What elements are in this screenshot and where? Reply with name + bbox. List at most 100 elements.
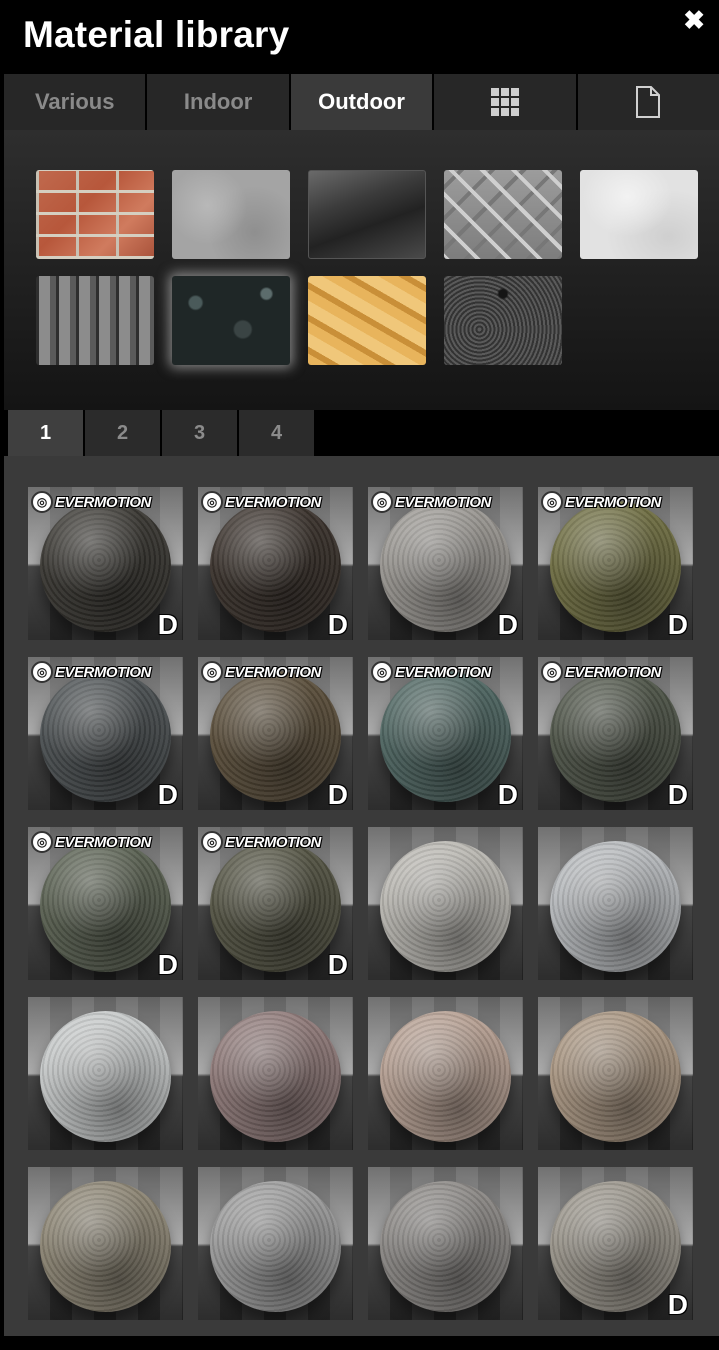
category-tabs: Various Indoor Outdoor bbox=[4, 74, 719, 130]
plaster-swatch[interactable] bbox=[580, 170, 698, 259]
brick-swatch[interactable] bbox=[36, 170, 154, 259]
material-thumbnail[interactable] bbox=[368, 1167, 523, 1320]
evermotion-logo: ◎ EVERMOTION bbox=[541, 491, 661, 513]
concrete-swatch[interactable] bbox=[172, 170, 290, 259]
evermotion-logo-icon: ◎ bbox=[371, 661, 393, 683]
brand-label: EVERMOTION bbox=[55, 493, 151, 511]
download-badge: D bbox=[667, 779, 688, 810]
document-icon bbox=[636, 86, 661, 118]
material-sphere bbox=[380, 841, 511, 972]
evermotion-logo: ◎ EVERMOTION bbox=[31, 661, 151, 683]
material-sphere bbox=[380, 1011, 511, 1142]
tab-various[interactable]: Various bbox=[4, 74, 146, 130]
download-badge: D bbox=[327, 949, 348, 980]
brand-label: EVERMOTION bbox=[395, 493, 491, 511]
evermotion-logo-icon: ◎ bbox=[31, 661, 53, 683]
asphalt-swatch[interactable] bbox=[444, 276, 562, 365]
material-thumbnail[interactable]: ◎ EVERMOTION D bbox=[198, 657, 353, 810]
granite-swatch[interactable] bbox=[172, 276, 290, 365]
material-thumbnail[interactable]: ◎ EVERMOTION D bbox=[198, 827, 353, 980]
material-sphere bbox=[380, 671, 511, 802]
material-thumbnail[interactable] bbox=[538, 997, 693, 1150]
material-thumbnail[interactable] bbox=[28, 997, 183, 1150]
osb-wood-swatch[interactable] bbox=[308, 276, 426, 365]
page-2[interactable]: 2 bbox=[85, 410, 160, 456]
material-thumbnail[interactable]: D bbox=[538, 1167, 693, 1320]
evermotion-logo-icon: ◎ bbox=[31, 831, 53, 853]
glass-swatch[interactable] bbox=[308, 170, 426, 259]
material-thumbnail[interactable] bbox=[28, 1167, 183, 1320]
material-sphere bbox=[210, 1011, 341, 1142]
evermotion-logo-icon: ◎ bbox=[371, 491, 393, 513]
material-sphere bbox=[210, 671, 341, 802]
material-thumbnail[interactable]: ◎ EVERMOTION D bbox=[28, 657, 183, 810]
evermotion-logo: ◎ EVERMOTION bbox=[31, 491, 151, 513]
material-sphere bbox=[380, 1181, 511, 1312]
material-thumbnail[interactable] bbox=[198, 1167, 353, 1320]
roof-tile-swatch[interactable] bbox=[36, 276, 154, 365]
material-sphere bbox=[40, 1011, 171, 1142]
material-sphere bbox=[210, 501, 341, 632]
page-3[interactable]: 3 bbox=[162, 410, 237, 456]
page-4[interactable]: 4 bbox=[239, 410, 314, 456]
material-sphere bbox=[40, 671, 171, 802]
evermotion-logo-icon: ◎ bbox=[201, 661, 223, 683]
evermotion-logo: ◎ EVERMOTION bbox=[201, 661, 321, 683]
material-thumbnail[interactable]: ◎ EVERMOTION D bbox=[368, 657, 523, 810]
download-badge: D bbox=[327, 779, 348, 810]
window-title: Material library bbox=[23, 14, 290, 55]
evermotion-logo: ◎ EVERMOTION bbox=[371, 661, 491, 683]
diamond-plate-swatch[interactable] bbox=[444, 170, 562, 259]
tab-grid-view[interactable] bbox=[434, 74, 576, 130]
material-sphere bbox=[550, 1181, 681, 1312]
tab-document[interactable] bbox=[577, 74, 719, 130]
material-categories-panel bbox=[4, 130, 719, 410]
brand-label: EVERMOTION bbox=[565, 663, 661, 681]
evermotion-logo: ◎ EVERMOTION bbox=[31, 831, 151, 853]
brand-label: EVERMOTION bbox=[225, 833, 321, 851]
brand-label: EVERMOTION bbox=[55, 663, 151, 681]
brand-label: EVERMOTION bbox=[225, 493, 321, 511]
material-thumbnail[interactable] bbox=[368, 997, 523, 1150]
tab-various-label: Various bbox=[34, 89, 115, 114]
download-badge: D bbox=[157, 779, 178, 810]
material-thumbnail[interactable]: ◎ EVERMOTION D bbox=[538, 657, 693, 810]
evermotion-logo-icon: ◎ bbox=[201, 831, 223, 853]
material-sphere bbox=[40, 501, 171, 632]
material-sphere bbox=[550, 1011, 681, 1142]
evermotion-logo: ◎ EVERMOTION bbox=[201, 831, 321, 853]
material-thumbnail[interactable] bbox=[538, 827, 693, 980]
tab-indoor-label: Indoor bbox=[183, 89, 253, 114]
close-icon[interactable]: ✖ bbox=[683, 6, 705, 34]
material-sphere bbox=[380, 501, 511, 632]
page-1[interactable]: 1 bbox=[8, 410, 83, 456]
evermotion-logo-icon: ◎ bbox=[541, 491, 563, 513]
evermotion-logo-icon: ◎ bbox=[201, 491, 223, 513]
window-header: Material library ✖ bbox=[0, 0, 719, 74]
download-badge: D bbox=[667, 1289, 688, 1320]
evermotion-logo-icon: ◎ bbox=[31, 491, 53, 513]
material-sphere bbox=[550, 841, 681, 972]
evermotion-logo: ◎ EVERMOTION bbox=[371, 491, 491, 513]
download-badge: D bbox=[157, 609, 178, 640]
download-badge: D bbox=[667, 609, 688, 640]
tab-outdoor[interactable]: Outdoor bbox=[290, 74, 433, 130]
material-thumbnail[interactable]: ◎ EVERMOTION D bbox=[28, 487, 183, 640]
material-sphere bbox=[40, 841, 171, 972]
evermotion-logo: ◎ EVERMOTION bbox=[541, 661, 661, 683]
material-sphere bbox=[40, 1181, 171, 1312]
brand-label: EVERMOTION bbox=[225, 663, 321, 681]
download-badge: D bbox=[157, 949, 178, 980]
material-thumbnail[interactable] bbox=[198, 997, 353, 1150]
brand-label: EVERMOTION bbox=[565, 493, 661, 511]
material-thumbnail[interactable]: ◎ EVERMOTION D bbox=[368, 487, 523, 640]
tab-indoor[interactable]: Indoor bbox=[147, 74, 289, 130]
material-thumbnail[interactable]: ◎ EVERMOTION D bbox=[198, 487, 353, 640]
material-thumbnail[interactable]: ◎ EVERMOTION D bbox=[538, 487, 693, 640]
pagination: 1 2 3 4 bbox=[8, 410, 314, 456]
material-sphere bbox=[550, 671, 681, 802]
grid-icon bbox=[490, 88, 519, 116]
material-thumbnail[interactable] bbox=[368, 827, 523, 980]
tab-outdoor-label: Outdoor bbox=[318, 89, 405, 114]
material-thumbnail[interactable]: ◎ EVERMOTION D bbox=[28, 827, 183, 980]
